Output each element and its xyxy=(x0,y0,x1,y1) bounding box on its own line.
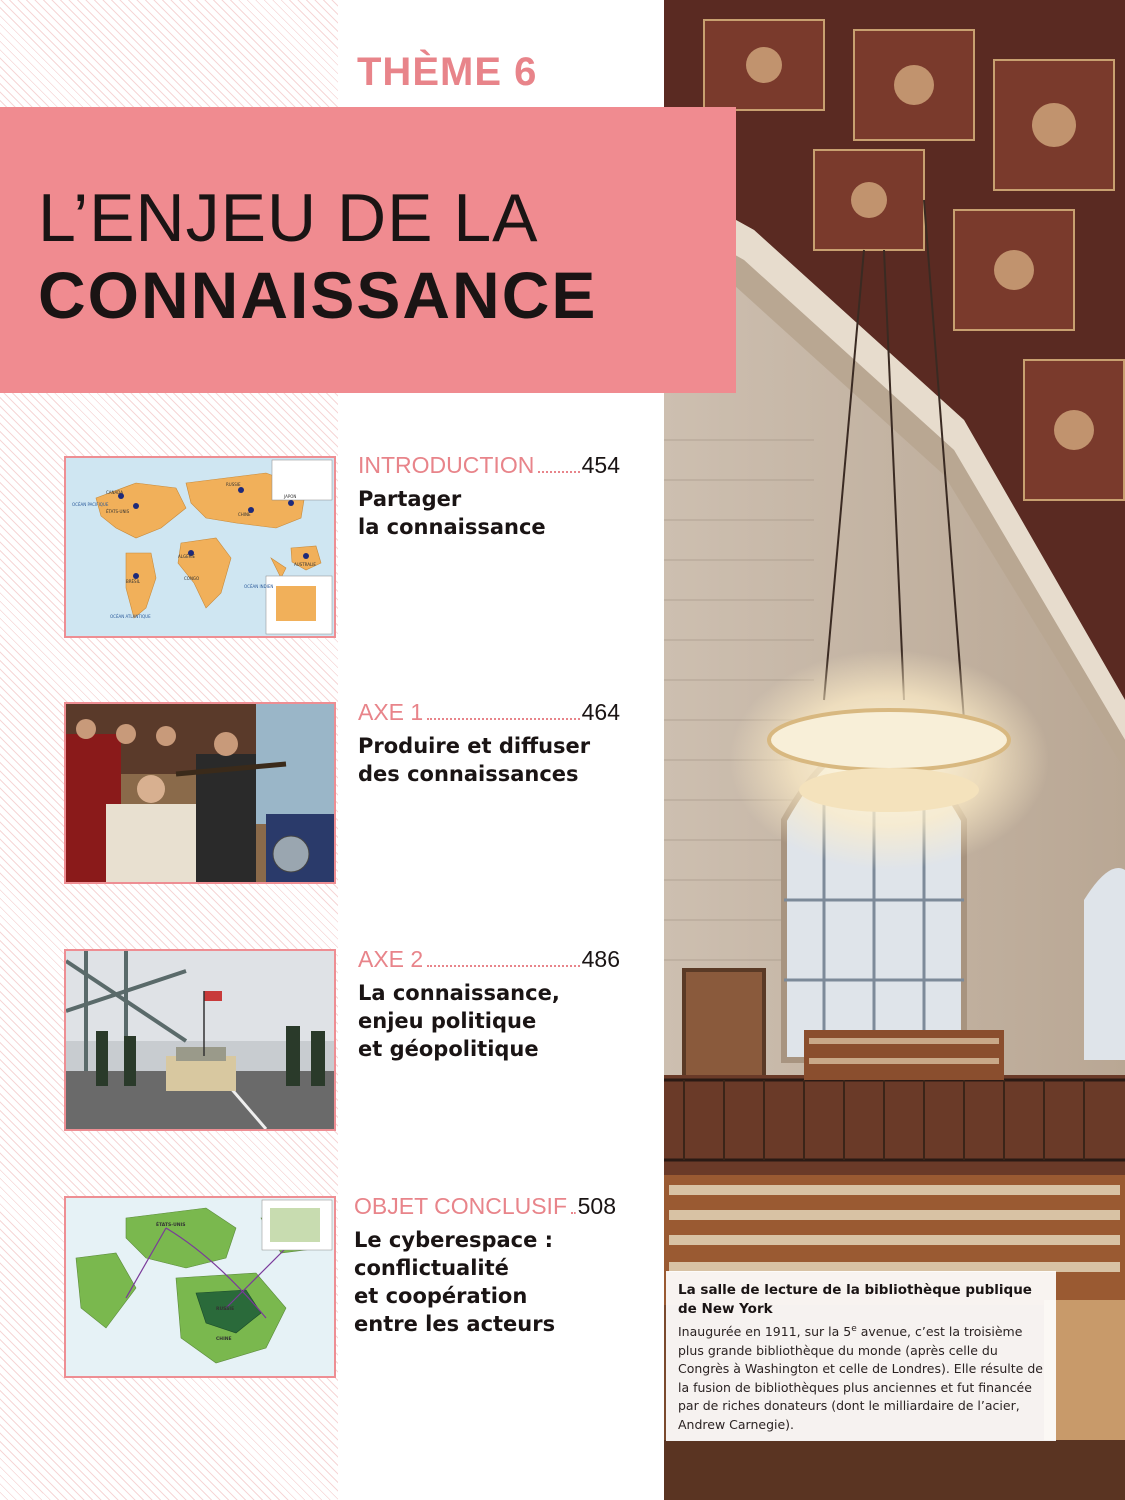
page-number: 464 xyxy=(581,699,620,725)
leader-dots xyxy=(538,470,580,473)
map-label-indian: OCÉAN INDIEN xyxy=(244,584,273,589)
page-number: 508 xyxy=(577,1193,616,1219)
map-label-canada: CANADA xyxy=(106,490,123,495)
title-line: Produire et diffuser xyxy=(358,734,591,758)
caption-text: Inaugurée en 1911, sur la 5 xyxy=(678,1324,852,1340)
title-line: Partager xyxy=(358,487,462,511)
leader-dots xyxy=(427,717,580,720)
map-label-atlantic: OCÉAN ATLANTIQUE xyxy=(110,614,151,619)
photo-caption: La salle de lecture de la bibliothèque p… xyxy=(666,1271,1056,1441)
map-label-china: CHINE xyxy=(216,1336,232,1342)
map-label-russia: RUSSIE xyxy=(226,482,241,487)
intro-thumbnail-world-map[interactable]: CANADA ÉTATS-UNIS RUSSIE CHINE JAPON AUS… xyxy=(64,456,336,638)
title-line: des connaissances xyxy=(358,762,579,786)
title-line-2: CONNAISSANCE xyxy=(38,258,598,332)
section-title: Le cyberespace : conflictualité et coopé… xyxy=(354,1226,616,1338)
page-number: 454 xyxy=(581,452,620,478)
map-label-usa: ÉTATS-UNIS xyxy=(106,509,130,514)
title-line-1: L’ENJEU DE LA xyxy=(38,180,539,256)
title-line: Le cyberespace : xyxy=(354,1228,554,1252)
title-line: conflictualité xyxy=(354,1256,509,1280)
toc-entry-objet-conclusif[interactable]: OBJET CONCLUSIF 508 Le cyberespace : con… xyxy=(354,1193,616,1338)
leader-dots xyxy=(571,1211,576,1214)
title-line: enjeu politique xyxy=(358,1009,537,1033)
section-label: AXE 2 xyxy=(358,946,424,972)
title-line: et coopération xyxy=(354,1284,528,1308)
toc-entry-introduction[interactable]: INTRODUCTION 454 Partager la connaissanc… xyxy=(358,452,620,541)
section-label: OBJET CONCLUSIF xyxy=(354,1193,567,1219)
leader-dots xyxy=(427,964,580,967)
section-title: La connaissance, enjeu politique et géop… xyxy=(358,979,620,1063)
section-title: Produire et diffuser des connaissances xyxy=(358,732,620,788)
title-line: entre les acteurs xyxy=(354,1312,556,1336)
page-number: 486 xyxy=(581,946,620,972)
map-label-brazil: BRÉSIL xyxy=(126,579,141,584)
map-label-algeria: ALGÉRIE xyxy=(178,554,196,559)
axe1-thumbnail-painting[interactable] xyxy=(64,702,336,884)
conclusion-thumbnail-cyber-map[interactable]: ÉTATS-UNIS RUSSIE CHINE xyxy=(64,1196,336,1378)
section-title: Partager la connaissance xyxy=(358,485,620,541)
map-label-congo: CONGO xyxy=(184,576,199,581)
title-band: L’ENJEU DE LA CONNAISSANCE xyxy=(0,107,736,393)
toc-entry-axe-1[interactable]: AXE 1 464 Produire et diffuser des conna… xyxy=(358,699,620,788)
caption-title: La salle de lecture de la bibliothèque p… xyxy=(678,1282,1032,1317)
map-label-china: CHINE xyxy=(238,512,251,517)
theme-label: THÈME 6 xyxy=(357,50,538,94)
section-label: AXE 1 xyxy=(358,699,424,725)
caption-text: avenue, c’est la troisième plus grande b… xyxy=(678,1324,1043,1432)
map-label-japan: JAPON xyxy=(283,494,296,499)
map-label-australia: AUSTRALIE xyxy=(294,562,316,567)
axe2-thumbnail-bridge-photo[interactable] xyxy=(64,949,336,1131)
caption-body: Inaugurée en 1911, sur la 5e avenue, c’e… xyxy=(678,1320,1044,1434)
map-label-russia: RUSSIE xyxy=(216,1306,234,1312)
title-line: La connaissance, xyxy=(358,981,560,1005)
title-line: et géopolitique xyxy=(358,1037,539,1061)
map-label-pacific: OCÉAN PACIFIQUE xyxy=(72,502,109,507)
toc-entry-axe-2[interactable]: AXE 2 486 La connaissance, enjeu politiq… xyxy=(358,946,620,1063)
section-label: INTRODUCTION xyxy=(358,452,535,478)
title-line: la connaissance xyxy=(358,515,546,539)
